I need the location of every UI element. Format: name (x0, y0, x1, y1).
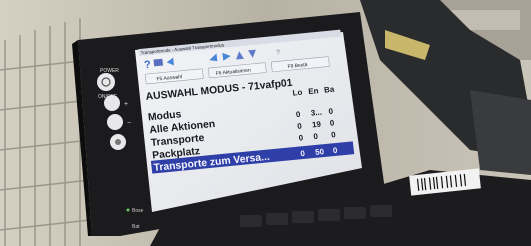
status-led (126, 208, 130, 212)
minus-label: − (127, 120, 131, 127)
list-item-value: 19 (312, 120, 322, 130)
column-header-lo: Lo (292, 88, 303, 98)
bottom-label-1: Bose (132, 208, 144, 214)
column-header-ba: Ba (324, 85, 336, 95)
photo-scene: POWER ON/OFF + − Bose Bat Transportmode … (0, 0, 531, 246)
plus-label: + (124, 101, 128, 108)
column-header-en: En (308, 86, 319, 96)
bottom-label-2: Bat (132, 224, 140, 230)
power-button[interactable] (97, 73, 115, 91)
brightness-icon (115, 139, 121, 145)
volume-down-button[interactable] (107, 114, 123, 130)
list-item-value: 3... (310, 108, 322, 118)
list-item-value: 50 (315, 147, 325, 157)
forklift-icon[interactable] (153, 58, 164, 67)
power-label: POWER (100, 68, 119, 74)
volume-up-button[interactable] (104, 95, 120, 111)
help-icon[interactable]: ? (143, 59, 151, 72)
